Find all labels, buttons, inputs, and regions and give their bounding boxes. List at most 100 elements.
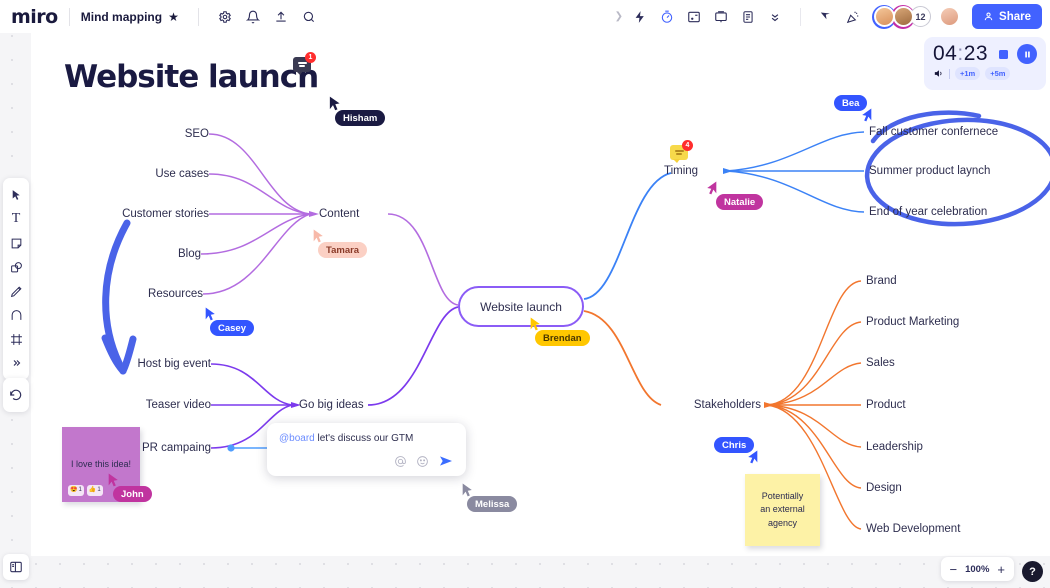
timer-add-1m-button[interactable]: +1m: [955, 67, 981, 80]
node-summer-product-launch[interactable]: Summer product laynch: [869, 165, 990, 177]
cursor-share-icon[interactable]: [813, 4, 839, 30]
center-node[interactable]: Website launch: [458, 286, 584, 327]
timer-widget[interactable]: 04:23 +1m +5m: [924, 37, 1046, 90]
sticky-note-agency[interactable]: Potentially an external agency: [745, 474, 820, 546]
reaction-chip[interactable]: 😍 1: [68, 485, 84, 496]
connector-tool[interactable]: [4, 303, 28, 327]
send-icon[interactable]: [438, 453, 454, 469]
left-toolbar: T: [3, 178, 29, 380]
node-stakeholders[interactable]: Stakeholders: [694, 399, 761, 411]
comment-count-badge: 4: [682, 140, 693, 151]
current-user-avatar[interactable]: [939, 6, 961, 27]
reaction-emoji: 😍: [70, 487, 78, 494]
node-customer-stories[interactable]: Customer stories: [122, 208, 209, 220]
miro-logo[interactable]: miro: [11, 6, 58, 28]
node-resources[interactable]: Resources: [148, 288, 203, 300]
comment-input-popup[interactable]: @board let's discuss our GTM: [267, 423, 466, 476]
emoji-icon[interactable]: [416, 455, 429, 468]
node-end-of-year-celebration[interactable]: End of year celebration: [869, 206, 987, 218]
collaborator-avatars[interactable]: 12: [872, 4, 932, 29]
top-toolbar: miro Mind mapping ★ ❯ 12 Share: [0, 0, 1050, 33]
node-product[interactable]: Product: [866, 399, 906, 411]
search-icon[interactable]: [296, 4, 322, 30]
frame-tool[interactable]: [4, 327, 28, 351]
center-to-stakeholders-connector: [583, 310, 662, 406]
zoom-out-button[interactable]: −: [950, 563, 958, 576]
node-brand[interactable]: Brand: [866, 275, 897, 287]
zoom-in-button[interactable]: +: [997, 563, 1005, 576]
node-blog[interactable]: Blog: [178, 248, 201, 260]
toolbar-divider: [197, 7, 199, 26]
title-comment-badge[interactable]: 1: [293, 52, 316, 75]
left-toolbar-history: [3, 378, 29, 412]
node-seo[interactable]: SEO: [185, 128, 209, 140]
timer-divider: [949, 68, 950, 79]
timer-seconds: 23: [963, 42, 989, 65]
more-chevrons-icon[interactable]: [762, 4, 788, 30]
screenshot-icon[interactable]: [681, 4, 707, 30]
comment-actions: [279, 453, 454, 469]
node-leadership[interactable]: Leadership: [866, 441, 923, 453]
celebrate-icon[interactable]: [840, 4, 866, 30]
timing-comment-badge[interactable]: 4: [670, 140, 693, 163]
board-name-label[interactable]: Mind mapping: [81, 10, 162, 24]
board-canvas[interactable]: Website launch 1 SEO Use cases Customer …: [31, 33, 1050, 556]
node-sales[interactable]: Sales: [866, 357, 895, 369]
star-icon[interactable]: ★: [168, 10, 179, 24]
collaborator-avatar-2[interactable]: [891, 4, 916, 29]
speaker-icon[interactable]: [933, 68, 944, 79]
text-tool[interactable]: T: [4, 207, 28, 231]
person-icon: [984, 12, 993, 21]
timer-icon[interactable]: [654, 4, 680, 30]
toolbar-divider: [68, 7, 70, 26]
comment-count-badge: 1: [305, 52, 316, 63]
upload-icon[interactable]: [268, 4, 294, 30]
sticky-note-idea[interactable]: I love this idea! 😍 1 👍 1: [62, 427, 140, 502]
pen-tool[interactable]: [4, 279, 28, 303]
timer-add-5m-button[interactable]: +5m: [985, 67, 1011, 80]
reaction-chip[interactable]: 👍 1: [86, 485, 103, 496]
node-web-development[interactable]: Web Development: [866, 523, 960, 535]
timing-branch-connectors: [723, 131, 865, 213]
apps-lightning-icon[interactable]: [627, 4, 653, 30]
zoom-level-label[interactable]: 100%: [965, 564, 989, 575]
timer-stop-button[interactable]: [993, 44, 1013, 64]
more-tools[interactable]: [4, 351, 28, 375]
content-branch-connectors: [200, 133, 319, 295]
share-button[interactable]: Share: [972, 4, 1042, 29]
notes-icon[interactable]: [735, 4, 761, 30]
comment-body: let's discuss our GTM: [317, 433, 414, 444]
miro-board-app: miro Mind mapping ★ ❯ 12 Share T Website…: [0, 0, 1050, 588]
node-design[interactable]: Design: [866, 482, 902, 494]
node-use-cases[interactable]: Use cases: [155, 168, 209, 180]
node-teaser-video[interactable]: Teaser video: [146, 399, 211, 411]
timer-display: 04:23: [933, 42, 988, 66]
node-pr-campaing[interactable]: PR campaing: [142, 442, 211, 454]
help-button[interactable]: ?: [1022, 561, 1043, 582]
timer-controls-row: +1m +5m: [933, 67, 1037, 80]
notifications-bell-icon[interactable]: [240, 4, 266, 30]
panel-toggle-icon[interactable]: [3, 554, 29, 580]
reaction-count: 1: [97, 487, 101, 494]
presentation-icon[interactable]: [708, 4, 734, 30]
page-title[interactable]: Website launch: [64, 59, 319, 95]
node-go-big-ideas[interactable]: Go big ideas: [299, 399, 364, 411]
node-fall-customer-conference[interactable]: Fall customer confernece: [869, 126, 998, 138]
node-timing[interactable]: Timing: [664, 165, 698, 177]
sticky-note-text: Potentially an external agency: [760, 491, 805, 528]
undo-tool[interactable]: [4, 383, 28, 407]
shapes-tool[interactable]: [4, 255, 28, 279]
expand-chevron-icon[interactable]: ❯: [612, 11, 626, 22]
node-content[interactable]: Content: [319, 208, 359, 220]
timer-pause-button[interactable]: [1017, 44, 1037, 64]
gobigideas-to-center-connector: [367, 306, 459, 406]
toolbar-divider: [800, 7, 802, 26]
reaction-emoji: 👍: [88, 487, 97, 494]
settings-gear-icon[interactable]: [212, 4, 238, 30]
node-host-big-event[interactable]: Host big event: [137, 358, 211, 370]
at-icon[interactable]: [394, 455, 407, 468]
node-product-marketing[interactable]: Product Marketing: [866, 316, 959, 328]
sticky-note-tool[interactable]: [4, 231, 28, 255]
share-button-label: Share: [999, 10, 1031, 23]
select-tool[interactable]: [4, 183, 28, 207]
